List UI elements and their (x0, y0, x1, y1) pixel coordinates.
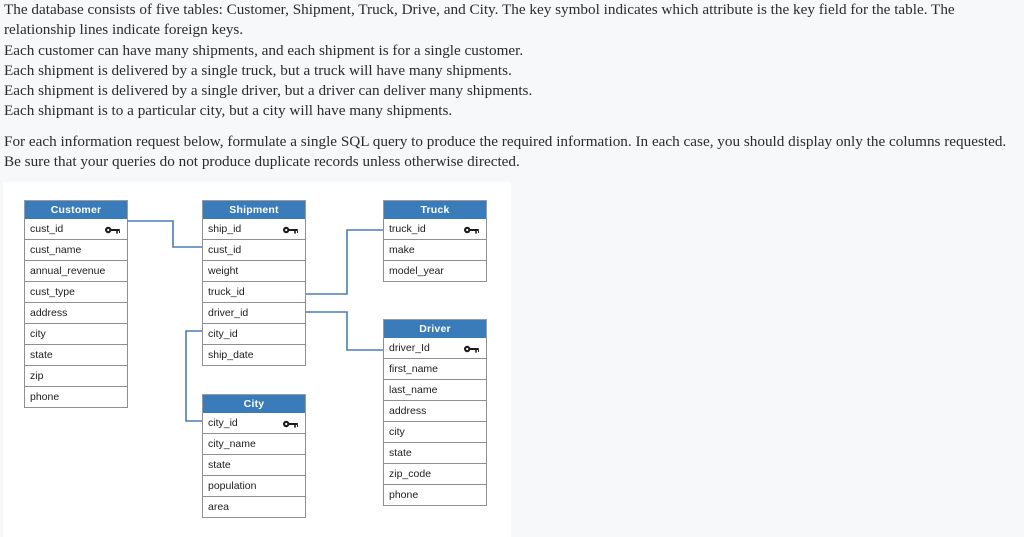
primary-key-icon (283, 420, 298, 428)
erd-table-header-driver: Driver (383, 319, 487, 338)
intro-line-4: Each shipment is delivered by a single d… (4, 82, 533, 100)
erd-field-row: make (383, 240, 487, 261)
erd-field-label: zip (30, 370, 44, 382)
primary-key-icon (464, 345, 479, 353)
erd-field-label: cust_name (30, 244, 82, 256)
erd-field-row: cust_name (24, 240, 128, 261)
erd-field-row: phone (383, 485, 487, 506)
intro-paragraph-2: For each information request below, form… (4, 132, 1007, 171)
erd-table-header-customer: Customer (24, 200, 128, 219)
erd-table-driver: Driver driver_Id first_name last_name ad… (383, 319, 487, 506)
erd-table-customer: Customer cust_id cust_name annual_revenu… (24, 200, 128, 408)
erd-field-row: cust_type (24, 282, 128, 303)
erd-field-row: area (202, 497, 306, 518)
erd-field-row: cust_id (202, 240, 306, 261)
erd-table-header-city: City (202, 394, 306, 413)
erd-field-label: annual_revenue (30, 265, 106, 277)
erd-field-row: address (383, 401, 487, 422)
primary-key-icon (283, 226, 298, 234)
erd-field-row: model_year (383, 261, 487, 282)
erd-field-row: truck_id (202, 282, 306, 303)
intro-line-1: The database consists of five tables: Cu… (4, 1, 955, 39)
erd-field-row: cust_id (24, 219, 128, 240)
erd-field-row: address (24, 303, 128, 324)
erd-field-label: state (30, 349, 53, 361)
erd-field-label: ship_date (208, 349, 254, 361)
erd-field-label: ship_id (208, 223, 242, 235)
erd-field-label: driver_id (208, 307, 249, 319)
erd-field-row: phone (24, 387, 128, 408)
erd-table-shipment: Shipment ship_id cust_id weight truck_id (202, 200, 306, 366)
erd-field-label: truck_id (389, 223, 426, 235)
erd-field-row: zip_code (383, 464, 487, 485)
erd-field-label: last_name (389, 384, 438, 396)
erd-field-row: last_name (383, 380, 487, 401)
erd-field-row: state (383, 443, 487, 464)
erd-field-label: phone (389, 489, 419, 501)
erd-diagram-panel: Customer cust_id cust_name annual_revenu… (3, 182, 511, 537)
erd-field-row: city (383, 422, 487, 443)
erd-field-row: first_name (383, 359, 487, 380)
page-root: The database consists of five tables: Cu… (0, 0, 1024, 537)
erd-field-row: driver_Id (383, 338, 487, 359)
erd-field-row: driver_id (202, 303, 306, 324)
erd-field-label: make (389, 244, 415, 256)
erd-field-label: cust_id (30, 223, 64, 235)
relationship-line-shipment-truck (304, 228, 386, 296)
relationship-line-customer-shipment (125, 218, 209, 250)
erd-field-row: ship_date (202, 345, 306, 366)
erd-field-row: city_id (202, 324, 306, 345)
erd-field-row: city (24, 324, 128, 345)
erd-field-label: phone (30, 391, 60, 403)
erd-field-label: address (30, 307, 68, 319)
intro-line-2: Each customer can have many shipments, a… (4, 41, 524, 59)
erd-field-label: state (389, 447, 412, 459)
erd-table-header-shipment: Shipment (202, 200, 306, 219)
erd-field-row: truck_id (383, 219, 487, 240)
erd-field-row: weight (202, 261, 306, 282)
erd-field-label: cust_type (30, 286, 75, 298)
erd-table-truck: Truck truck_id make model_year (383, 200, 487, 282)
erd-field-label: weight (208, 265, 239, 277)
erd-field-row: city_id (202, 413, 306, 434)
erd-field-label: driver_Id (389, 342, 430, 354)
erd-field-label: cust_id (208, 244, 242, 256)
erd-field-row: zip (24, 366, 128, 387)
erd-field-label: city_id (208, 417, 238, 429)
erd-table-city: City city_id city_name state population (202, 394, 306, 518)
erd-field-label: population (208, 480, 257, 492)
erd-field-row: city_name (202, 434, 306, 455)
erd-field-label: city (30, 328, 46, 340)
erd-field-row: ship_id (202, 219, 306, 240)
erd-field-label: city (389, 426, 405, 438)
intro-line-3: Each shipment is delivered by a single t… (4, 61, 512, 79)
erd-table-header-truck: Truck (383, 200, 487, 219)
primary-key-icon (464, 226, 479, 234)
intro-text-block: The database consists of five tables: Cu… (4, 0, 1016, 172)
erd-field-label: city_name (208, 438, 256, 450)
intro-line-5: Each shipmant is to a particular city, b… (4, 102, 453, 120)
erd-field-label: first_name (389, 363, 439, 375)
erd-field-label: model_year (389, 265, 444, 277)
erd-field-label: city_id (208, 328, 238, 340)
erd-field-label: address (389, 405, 427, 417)
erd-field-row: state (202, 455, 306, 476)
erd-field-row: annual_revenue (24, 261, 128, 282)
erd-field-label: zip_code (389, 468, 432, 480)
primary-key-icon (105, 226, 120, 234)
erd-field-label: area (208, 501, 230, 513)
erd-field-label: truck_id (208, 286, 245, 298)
erd-field-row: state (24, 345, 128, 366)
erd-field-row: population (202, 476, 306, 497)
relationship-line-shipment-driver (304, 310, 386, 352)
erd-field-label: state (208, 459, 231, 471)
